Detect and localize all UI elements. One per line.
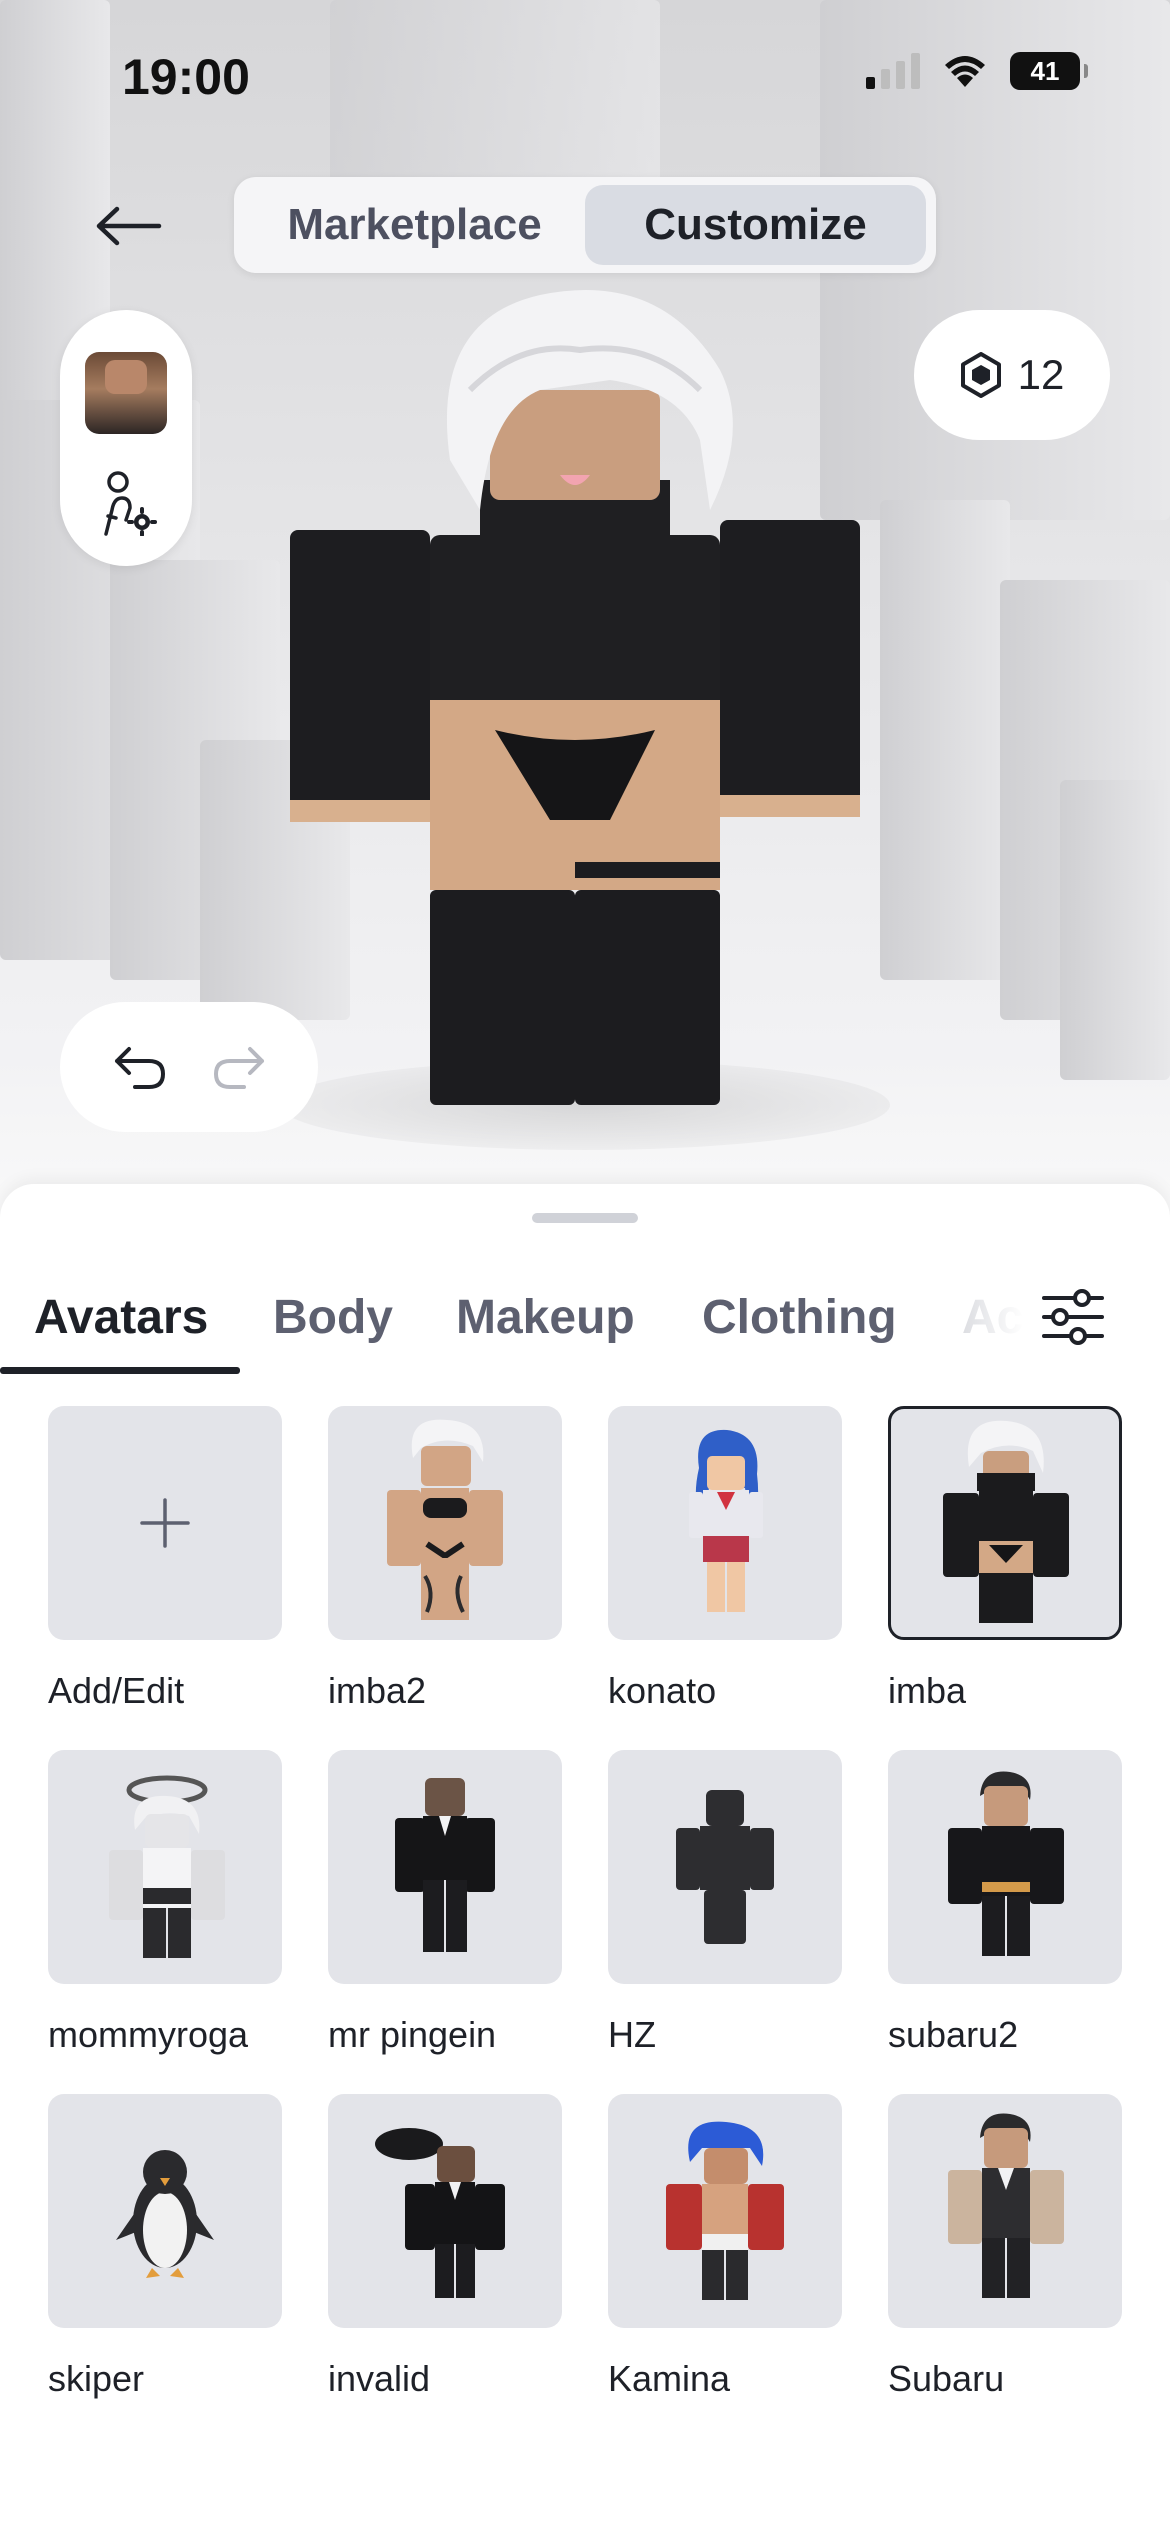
avatar-label: imba xyxy=(888,1670,967,1711)
battery-icon: 41 xyxy=(1010,52,1088,90)
mode-segmented-control: Marketplace Customize xyxy=(234,177,936,273)
avatar-tile[interactable]: imba2 xyxy=(328,1406,562,1712)
cellular-signal-icon xyxy=(866,53,920,89)
undo-icon[interactable] xyxy=(113,1045,167,1089)
tab-body[interactable]: Body xyxy=(273,1290,393,1345)
avatar-label: Add/Edit xyxy=(48,1670,185,1711)
avatar-tile-add-edit[interactable]: Add/Edit xyxy=(48,1406,282,1712)
avatar-tile[interactable]: mr pingein xyxy=(328,1750,562,2056)
avatar-figure-thumb xyxy=(395,1778,495,1952)
avatar-tile[interactable]: konato xyxy=(608,1406,842,1712)
avatar-side-controls xyxy=(60,310,192,566)
avatar-figure-thumb xyxy=(948,2113,1064,2298)
sliders-icon xyxy=(1042,1289,1104,1345)
avatar-thumb xyxy=(888,2094,1122,2328)
avatar-tile[interactable]: skiper xyxy=(48,2094,282,2400)
avatar-figure-thumb xyxy=(666,2121,784,2300)
avatar-tile[interactable]: invalid xyxy=(328,2094,562,2400)
back-button[interactable] xyxy=(88,196,168,256)
avatar-thumb xyxy=(888,1750,1122,1984)
avatar-settings-button[interactable] xyxy=(96,470,158,541)
avatar-tile[interactable]: Kamina xyxy=(608,2094,842,2400)
robux-icon xyxy=(960,352,1001,398)
avatar-thumb xyxy=(48,2094,282,2328)
category-tabs: Avatars Body Makeup Clothing Ac xyxy=(0,1280,1170,1380)
avatar-settings-icon xyxy=(104,471,157,537)
avatar-label: mr pingein xyxy=(328,2014,497,2055)
avatar-thumb xyxy=(328,1406,562,1640)
avatar-figure-thumb xyxy=(689,1429,763,1612)
avatar-tile[interactable]: mommyroga xyxy=(48,1750,282,2056)
avatar-thumb xyxy=(328,1750,562,1984)
avatar-thumb xyxy=(888,1406,1122,1640)
active-tab-indicator xyxy=(0,1367,240,1374)
tab-makeup[interactable]: Makeup xyxy=(456,1290,635,1345)
scene-block xyxy=(1060,780,1170,1080)
avatar-tile[interactable]: HZ xyxy=(608,1750,842,2056)
status-time: 19:00 xyxy=(122,49,250,105)
wifi-icon xyxy=(945,56,985,87)
tab-avatars[interactable]: Avatars xyxy=(34,1290,208,1345)
avatar-label: skiper xyxy=(48,2358,145,2399)
tab-clothing[interactable]: Clothing xyxy=(702,1290,897,1345)
avatar-tile[interactable]: Subaru xyxy=(888,2094,1122,2400)
avatar-figure-thumb xyxy=(943,1420,1069,1623)
avatar-label: Subaru xyxy=(888,2358,1005,2399)
avatar-thumb xyxy=(328,2094,562,2328)
scene-block xyxy=(330,0,660,200)
avatar-label: subaru2 xyxy=(888,2014,1019,2055)
avatar-thumb xyxy=(48,1750,282,1984)
avatar-label: HZ xyxy=(608,2014,656,2055)
history-controls xyxy=(60,1002,318,1132)
avatar-thumb xyxy=(48,1406,282,1640)
sheet-drag-handle[interactable] xyxy=(532,1213,638,1223)
redo-icon[interactable] xyxy=(212,1045,266,1089)
avatar-label: Kamina xyxy=(608,2358,731,2399)
tab-marketplace[interactable]: Marketplace xyxy=(244,185,585,265)
avatar-figure-thumb xyxy=(676,1790,774,1944)
avatar-tile[interactable]: subaru2 xyxy=(888,1750,1122,2056)
avatar-tile-selected[interactable]: imba xyxy=(888,1406,1122,1712)
avatar-thumb xyxy=(608,2094,842,2328)
avatar-label: mommyroga xyxy=(48,2014,249,2055)
avatar-figure-thumb xyxy=(387,1419,503,1620)
tab-customize[interactable]: Customize xyxy=(585,185,926,265)
avatar-label: invalid xyxy=(328,2358,431,2399)
avatar-label: konato xyxy=(608,1670,717,1711)
arrow-left-icon xyxy=(96,206,162,246)
status-icons: 41 xyxy=(866,52,1088,90)
avatar-thumbnail[interactable] xyxy=(85,352,167,434)
avatar-figure-thumb xyxy=(109,1775,225,1958)
avatar-figure xyxy=(290,290,860,1105)
avatar-thumb xyxy=(608,1750,842,1984)
avatar-figure-thumb xyxy=(375,2128,505,2298)
robux-amount: 12 xyxy=(1017,351,1065,398)
avatar-figure-thumb xyxy=(116,2150,214,2278)
avatar-label: imba2 xyxy=(328,1670,427,1711)
avatar-figure-thumb xyxy=(948,1771,1064,1956)
robux-balance[interactable]: 12 xyxy=(914,310,1110,440)
avatar-thumb xyxy=(608,1406,842,1640)
plus-icon xyxy=(140,1498,190,1548)
filter-button[interactable] xyxy=(1038,1282,1108,1352)
